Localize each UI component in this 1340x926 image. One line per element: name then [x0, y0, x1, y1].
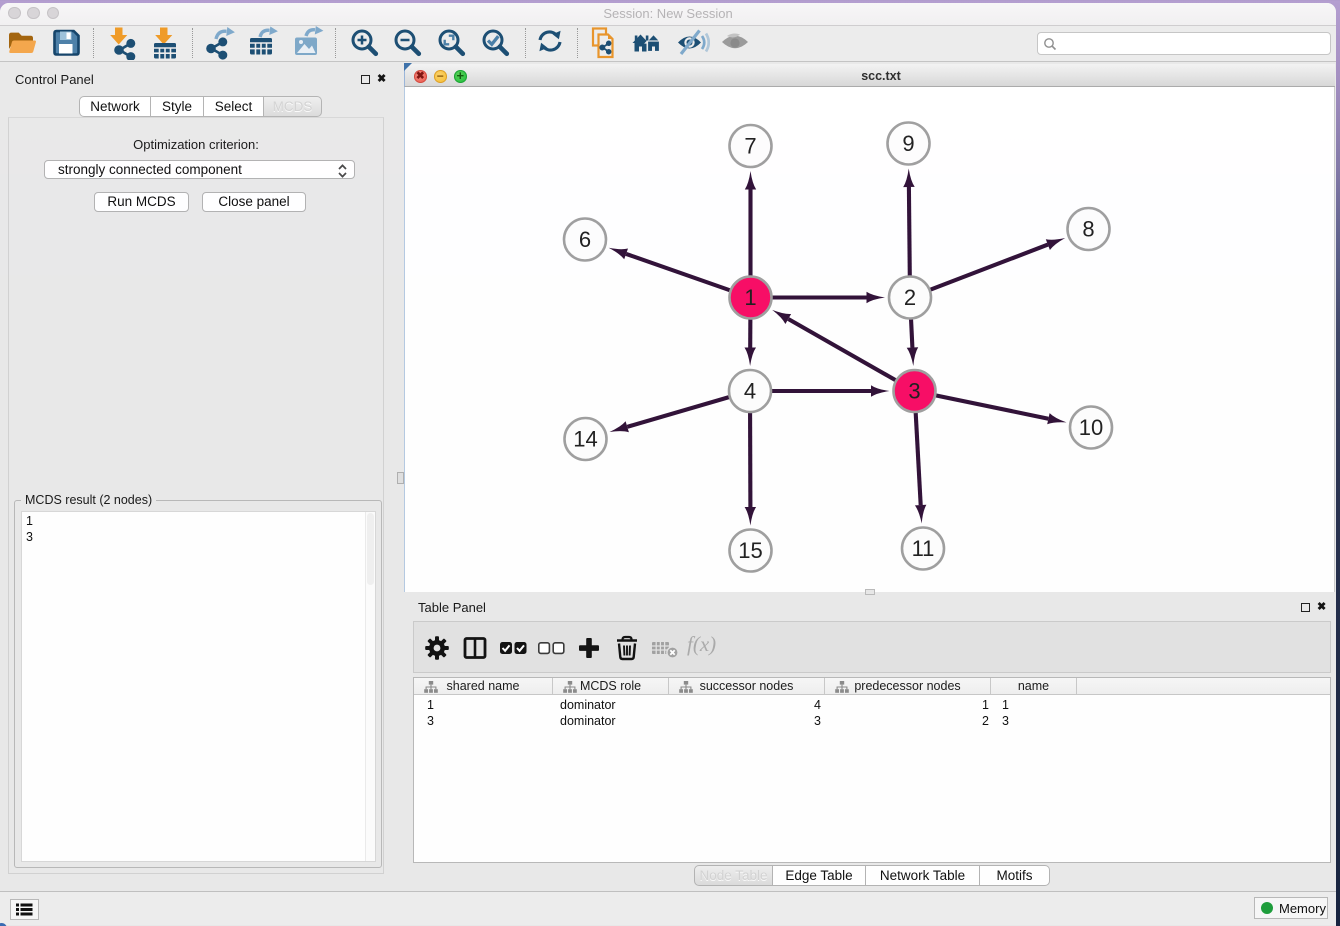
svg-text:7: 7 — [744, 134, 756, 159]
svg-text:3: 3 — [908, 379, 920, 404]
svg-text:1: 1 — [744, 285, 756, 310]
svg-text:11: 11 — [912, 536, 935, 561]
svg-text:9: 9 — [902, 131, 914, 156]
svg-text:14: 14 — [573, 427, 597, 452]
svg-text:8: 8 — [1082, 217, 1094, 242]
svg-text:2: 2 — [904, 285, 916, 310]
svg-text:6: 6 — [579, 227, 591, 252]
svg-text:4: 4 — [744, 379, 756, 404]
svg-text:10: 10 — [1079, 415, 1103, 440]
svg-text:15: 15 — [738, 538, 762, 563]
